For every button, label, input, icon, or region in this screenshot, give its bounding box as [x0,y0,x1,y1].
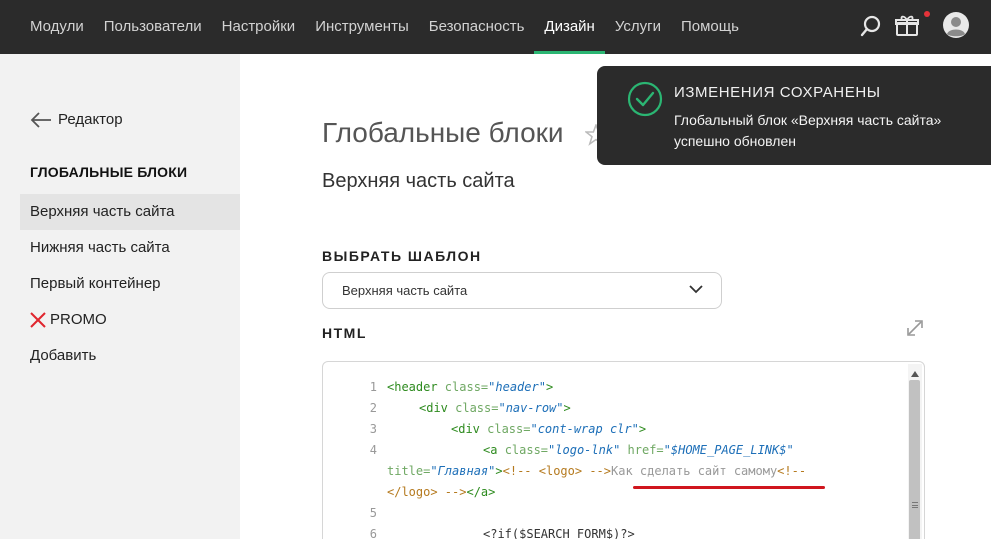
nav-item-modules[interactable]: Модули [20,0,94,54]
nav-item-help[interactable]: Помощь [671,0,749,54]
code-line: title="Главная"><!-- <logo> -->Как сдела… [387,464,807,478]
nav-item-security[interactable]: Безопасность [419,0,535,54]
nav-item-settings[interactable]: Настройки [212,0,306,54]
search-icon[interactable] [858,13,884,39]
code-line: <div class="cont-wrap clr"> [451,422,647,436]
code-content: <header class="header"> <div class="nav-… [387,362,907,539]
arrow-left-icon [30,111,51,128]
sidebar-item-first-container[interactable]: Первый контейнер [20,266,240,302]
scroll-thumb[interactable] [909,380,920,539]
sidebar-item-label: Нижняя часть сайта [30,239,170,256]
sidebar-item-label: PROMO [50,311,107,328]
code-line: <div class="nav-row"> [419,401,571,415]
top-navigation-bar: Модули Пользователи Настройки Инструмент… [0,0,991,54]
code-line: <?if($SEARCH_FORM$)?> [483,527,635,539]
editor-gutter: 1 2 3 4 5 6 [323,362,383,539]
sidebar-item-footer-block[interactable]: Нижняя часть сайта [20,230,240,266]
line-number: 6 [369,527,377,539]
nav-item-design[interactable]: Дизайн [534,0,606,54]
scroll-grip-icon [912,502,918,508]
success-toast[interactable]: ИЗМЕНЕНИЯ СОХРАНЕНЫ Глобальный блок «Вер… [597,66,991,165]
sidebar-item-label: Верхняя часть сайта [30,203,175,220]
user-avatar-icon[interactable] [942,11,970,39]
check-circle-icon [627,81,663,117]
line-number: 3 [369,422,377,436]
sidebar-title: ГЛОБАЛЬНЫЕ БЛОКИ [30,164,188,180]
line-number: 1 [369,380,377,394]
html-section-label: HTML [322,325,367,341]
back-to-editor-link[interactable]: Редактор [30,111,123,128]
line-number: 4 [369,443,377,457]
chevron-down-icon [689,285,703,294]
toast-message: Глобальный блок «Верхняя часть сайта» ус… [674,112,942,149]
nav-item-users[interactable]: Пользователи [94,0,212,54]
scroll-up-arrow[interactable] [911,371,919,377]
line-number: 5 [369,506,377,520]
page-title: Глобальные блоки [322,117,564,148]
line-number: 2 [369,401,377,415]
code-line: </logo> --></a> [387,485,496,499]
back-link-label: Редактор [58,111,123,128]
sidebar-item-header-block[interactable]: Верхняя часть сайта [20,194,240,230]
editor-scrollbar[interactable] [908,364,922,539]
expand-icon[interactable] [905,318,925,338]
sidebar-item-add[interactable]: Добавить [20,338,240,374]
code-editor[interactable]: 1 2 3 4 5 6 <header class="header"> <div… [322,361,925,539]
template-select[interactable]: Верхняя часть сайта [322,272,722,309]
template-select-value: Верхняя часть сайта [342,283,468,298]
sidebar-item-label: Первый контейнер [30,275,161,292]
page-subtitle: Верхняя часть сайта [322,170,515,192]
toast-title: ИЗМЕНЕНИЯ СОХРАНЕНЫ [674,84,881,101]
sidebar-item-label: Добавить [30,347,97,364]
main-nav: Модули Пользователи Настройки Инструмент… [20,0,749,54]
sidebar-item-promo[interactable]: PROMO [20,302,240,338]
code-line: <a class="logo-lnk" href="$HOME_PAGE_LIN… [483,443,794,457]
sidebar: Редактор ГЛОБАЛЬНЫЕ БЛОКИ Верхняя часть … [0,54,240,539]
sidebar-list: Верхняя часть сайта Нижняя часть сайта П… [20,194,240,374]
notification-dot [924,11,930,17]
gift-icon[interactable] [894,13,920,39]
template-section-label: ВЫБРАТЬ ШАБЛОН [322,248,482,264]
nav-item-tools[interactable]: Инструменты [305,0,419,54]
red-underline-annotation [633,486,825,489]
red-x-icon [30,312,46,328]
code-line: <header class="header"> [387,380,554,394]
nav-item-services[interactable]: Услуги [605,0,671,54]
